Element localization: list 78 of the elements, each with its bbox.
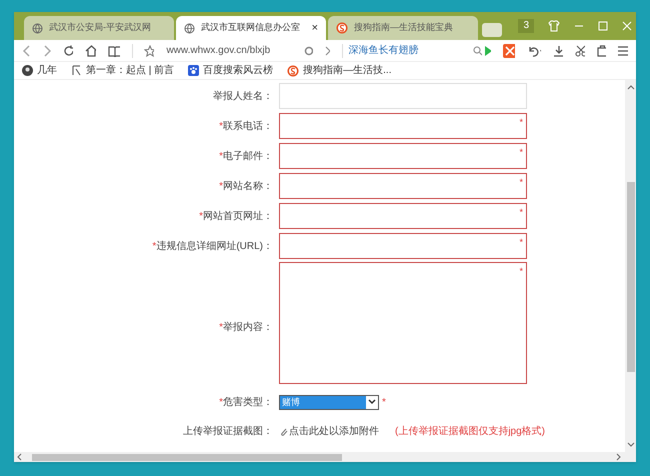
field-label: 违规信息详细网址(URL)： [156, 240, 273, 254]
play-icon[interactable] [484, 44, 492, 56]
scroll-left-icon[interactable] [16, 453, 22, 461]
required-marker: * [199, 210, 203, 224]
field-label: 联系电话： [223, 120, 273, 134]
tools-icon[interactable] [503, 44, 516, 58]
field-label: 网站首页网址： [203, 210, 273, 224]
input-field[interactable]: * [279, 173, 527, 199]
search-suggestion[interactable]: 深海鱼长有翅膀 [348, 43, 450, 58]
book-icon[interactable] [108, 44, 120, 56]
field-label: 电子邮件： [223, 150, 273, 164]
input-field[interactable]: * [279, 143, 527, 169]
bookmark[interactable]: 几年 [37, 63, 57, 78]
required-marker: * [519, 265, 523, 278]
forward-icon[interactable] [42, 44, 51, 56]
chevron-icon[interactable] [324, 46, 330, 56]
globe-icon [184, 22, 195, 34]
dropdown[interactable]: 赌博 [279, 394, 379, 410]
search-icon[interactable] [473, 46, 482, 56]
undo-icon[interactable] [527, 44, 541, 56]
tab[interactable]: 武汉市互联网信息办公室 × [176, 16, 326, 40]
back-icon[interactable] [22, 44, 30, 56]
text-area[interactable]: * [279, 262, 527, 384]
menu-icon[interactable] [618, 46, 628, 56]
bookmark[interactable]: 搜狗指南—生活技... [303, 63, 392, 78]
input-field[interactable]: * [279, 203, 527, 229]
reload-icon[interactable] [62, 44, 73, 56]
scroll-up-icon[interactable] [626, 84, 634, 90]
input-field[interactable] [279, 83, 527, 109]
bookmark[interactable]: 第一章：起点 | 前言 [86, 63, 174, 78]
field-label: 危害类型： [223, 396, 273, 410]
s-logo-icon [287, 64, 300, 76]
scroll-right-icon[interactable] [616, 453, 622, 461]
vertical-scrollbar[interactable] [625, 80, 636, 452]
new-tab-button[interactable] [482, 23, 502, 37]
paperclip-icon [279, 426, 288, 436]
required-marker: * [519, 116, 523, 129]
caret-icon [368, 399, 376, 405]
required-marker: * [519, 236, 523, 249]
horizontal-scrollbar[interactable] [14, 452, 636, 462]
input-field[interactable]: * [279, 233, 527, 259]
scrollbar-thumb[interactable] [626, 182, 634, 372]
tab[interactable]: 搜狗指南—生活技能宝典 [328, 16, 478, 40]
close-tab-button[interactable]: × [312, 20, 318, 36]
home-icon[interactable] [84, 44, 96, 56]
scrollbar-thumb[interactable] [32, 454, 342, 460]
required-marker: * [219, 120, 223, 134]
globe-icon [32, 22, 43, 34]
s-logo-icon [336, 22, 348, 34]
scissors-icon[interactable] [574, 44, 585, 56]
tab[interactable]: 武汉市公安局-平安武汉网 [24, 16, 174, 40]
required-marker: * [152, 240, 156, 254]
required-marker: * [219, 180, 223, 194]
required-marker: * [382, 396, 386, 410]
scroll-down-icon[interactable] [626, 442, 634, 448]
field-label: 网站名称： [223, 180, 273, 194]
maximize-icon[interactable] [598, 21, 608, 31]
input-field[interactable]: * [279, 113, 527, 139]
download-icon[interactable] [552, 44, 563, 56]
url-field[interactable]: www.whwx.gov.cn/blxjb [166, 43, 292, 58]
attach-link[interactable]: 点击此处以添加附件 [279, 424, 379, 438]
required-marker: * [219, 320, 223, 334]
field-label: 上传举报证据截图： [183, 424, 273, 438]
paw-icon [188, 65, 200, 76]
required-marker: * [519, 176, 523, 189]
bookmark[interactable]: 百度搜索风云榜 [203, 63, 274, 78]
upload-note: (上传举报证据截图仅支持jpg格式) [395, 424, 546, 438]
shirt-icon[interactable] [548, 20, 560, 32]
close-icon[interactable] [622, 21, 632, 31]
field-label: 举报内容： [223, 320, 273, 334]
tab-count[interactable]: 3 [518, 19, 534, 33]
field-label: 举报人姓名： [213, 90, 273, 104]
required-marker: * [219, 396, 223, 410]
required-marker: * [519, 146, 523, 159]
avatar-icon [22, 65, 33, 76]
required-marker: * [219, 150, 223, 164]
star-icon[interactable] [144, 44, 154, 56]
required-marker: * [519, 206, 523, 219]
